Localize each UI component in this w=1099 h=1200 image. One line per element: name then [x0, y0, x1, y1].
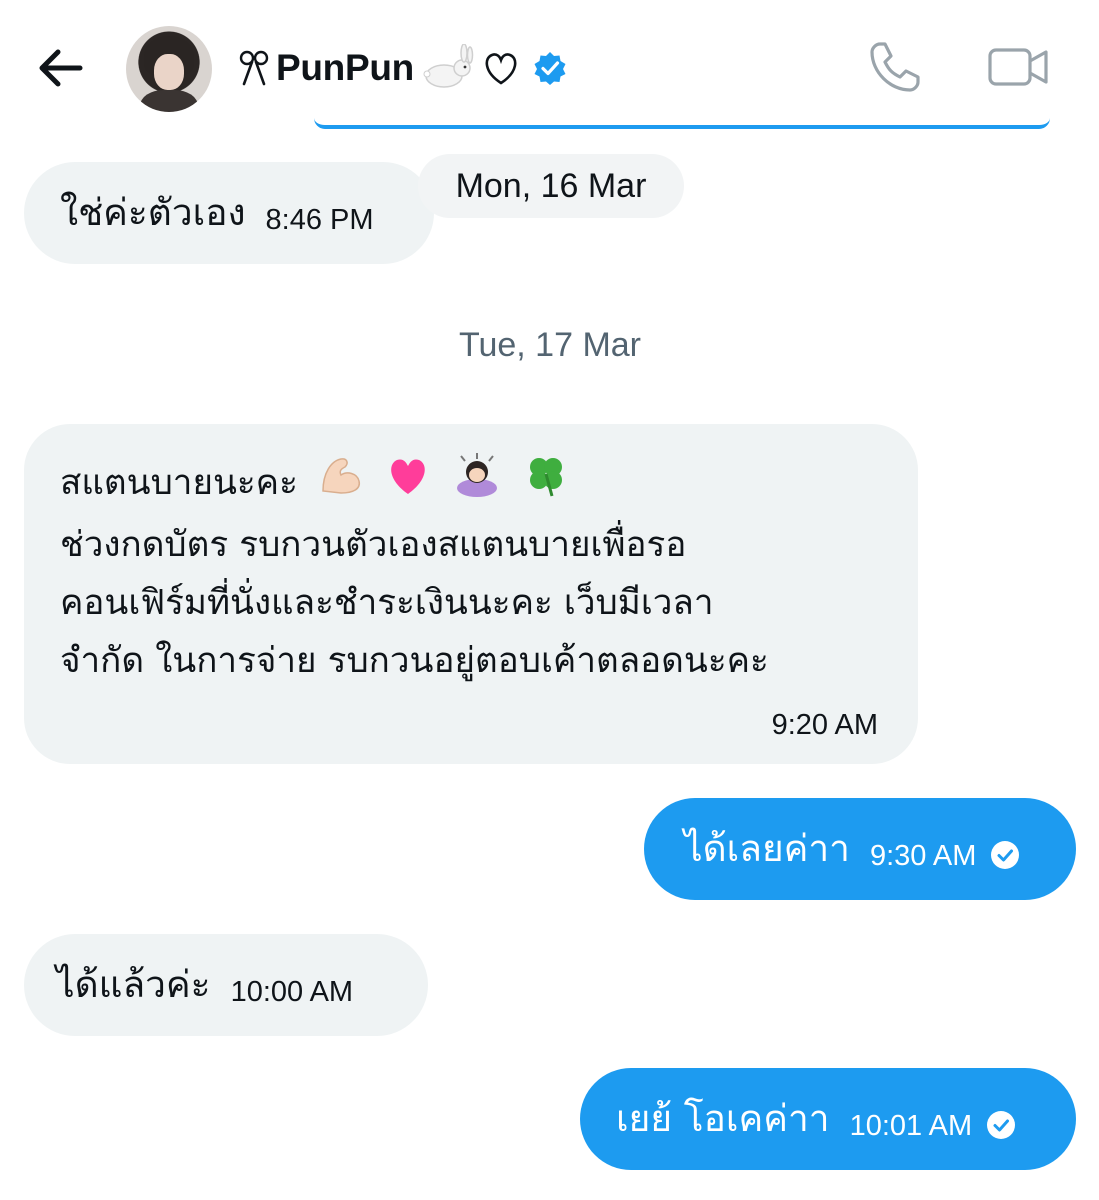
header-accent-line [314, 118, 1050, 129]
message-line: สแตนบายนะคะ [60, 452, 880, 516]
message-text: ใช่ค่ะตัวเอง [60, 190, 246, 234]
message-bubble-outgoing[interactable]: เยย้ โอเคค่าา 10:01 AM [580, 1068, 1076, 1170]
contact-avatar[interactable] [126, 26, 212, 112]
contact-name-row[interactable]: PunPun [236, 42, 568, 94]
message-bubble-incoming[interactable]: ใช่ค่ะตัวเอง 8:46 PM [24, 162, 434, 264]
back-button[interactable] [34, 44, 86, 92]
rabbit-emoji-icon [423, 44, 474, 88]
message-bubble-incoming[interactable]: ได้แล้วค่ะ 10:00 AM [24, 934, 428, 1036]
pink-heart-emoji [384, 453, 432, 515]
video-call-button[interactable] [986, 42, 1050, 92]
verified-badge-icon [534, 52, 566, 85]
date-separator: Mon, 16 Mar [418, 154, 684, 218]
message-time: 10:01 AM [849, 1109, 973, 1142]
message-time: 8:46 PM [265, 203, 374, 236]
date-separator: Tue, 17 Mar [458, 326, 642, 364]
back-arrow-icon [39, 49, 83, 87]
bowing-woman-emoji [451, 452, 503, 516]
ribbon-bow-icon [239, 50, 269, 86]
message-time: 9:30 AM [869, 839, 977, 872]
four-leaf-clover-emoji [522, 452, 570, 516]
voice-call-button[interactable] [866, 38, 924, 96]
message-line: จำกัด ในการจ่าย รบกวนอยู่ตอบเค้าตลอดนะคะ [60, 641, 769, 681]
message-line: ช่วงกดบัตร รบกวนตัวเองสแตนบายเพื่อรอ [60, 525, 687, 565]
white-heart-icon [485, 53, 517, 85]
message-text: เยย้ โอเคค่าา [616, 1096, 830, 1140]
message-text: ได้แล้วค่ะ [56, 962, 211, 1006]
message-bubble-incoming[interactable]: สแตนบายนะคะ ช่วงกดบัตร รบกวนตัวเองสแตนบา… [24, 424, 918, 764]
message-time: 9:20 AM [771, 709, 878, 741]
message-time: 10:00 AM [230, 975, 354, 1008]
message-text: ได้เลยค่าา [684, 826, 850, 870]
phone-icon [870, 42, 920, 92]
message-bubble-outgoing[interactable]: ได้เลยค่าา 9:30 AM [644, 798, 1076, 900]
message-line: คอนเฟิร์มที่นั่งและชำระเงินนะคะ เว็บมีเว… [60, 583, 714, 623]
seen-check-icon [987, 1111, 1016, 1139]
video-camera-icon [988, 48, 1048, 86]
contact-name: PunPun [276, 47, 414, 88]
message-text-line: สแตนบายนะคะ [60, 463, 298, 503]
flexed-biceps-emoji [317, 453, 365, 515]
dm-conversation-screen: PunPun ใช่ค่ะตัวเอง 8:46 PM Mon, 16 Mar … [0, 0, 1099, 1200]
seen-check-icon [991, 841, 1020, 869]
conversation-header: PunPun [0, 0, 1099, 130]
avatar-face-shape [154, 54, 184, 90]
avatar-body-shape [140, 90, 198, 112]
